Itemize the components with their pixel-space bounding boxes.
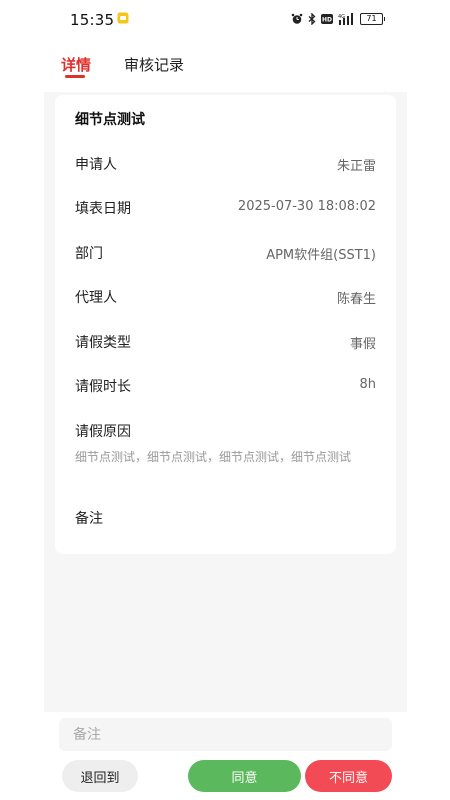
leave-reason-text: 细节点测试，细节点测试，细节点测试，细节点测试 <box>75 450 352 464</box>
row-label: 请假原因 <box>75 424 131 440</box>
status-bar: 15:35 HD 4G 71 <box>44 0 407 40</box>
row-value: 陈春生 <box>336 292 376 307</box>
row-value: 8h <box>359 377 376 392</box>
status-time: 15:35 <box>70 11 115 29</box>
row-label: 备注 <box>75 511 103 527</box>
row-value: 朱正雷 <box>336 159 376 174</box>
tab-review-records[interactable]: 审核记录 <box>124 54 184 75</box>
row-label: 部门 <box>75 246 103 262</box>
row-value: 2025-07-30 18:08:02 <box>237 199 376 214</box>
return-to-button[interactable]: 退回到 <box>62 760 138 792</box>
card-title: 细节点测试 <box>75 112 145 128</box>
action-bar: 退回到 同意 不同意 <box>44 712 407 800</box>
notification-app-icon <box>117 12 129 24</box>
reject-button[interactable]: 不同意 <box>305 760 392 792</box>
signal-icon: 4G <box>338 13 353 25</box>
row-department: 部门 APM软件组(SST1) <box>75 243 376 263</box>
hd-icon: HD <box>321 14 333 24</box>
tab-bar: 详情 审核记录 <box>44 40 407 92</box>
row-label: 请假时长 <box>75 379 131 395</box>
row-fill-date: 填表日期 2025-07-30 18:08:02 <box>75 198 376 218</box>
row-label: 填表日期 <box>75 201 131 217</box>
row-applicant: 申请人 朱正雷 <box>75 154 376 174</box>
row-label: 请假类型 <box>75 335 131 351</box>
status-icons: HD 4G 71 <box>291 12 385 26</box>
row-label: 代理人 <box>75 290 117 306</box>
app-screen: 15:35 HD 4G 71 详情 审核记录 细节点测试 申请人 朱正雷 填表日… <box>44 0 407 800</box>
alarm-icon <box>291 13 303 24</box>
row-label: 申请人 <box>75 157 117 173</box>
row-leave-duration: 请假时长 8h <box>75 376 376 396</box>
active-tab-indicator <box>65 75 85 78</box>
row-leave-type: 请假类型 事假 <box>75 332 376 352</box>
row-remark: 备注 <box>75 508 376 528</box>
row-value: 事假 <box>349 337 376 352</box>
svg-text:HD: HD <box>322 17 332 24</box>
agree-button[interactable]: 同意 <box>188 760 301 792</box>
detail-card: 细节点测试 申请人 朱正雷 填表日期 2025-07-30 18:08:02 部… <box>55 95 396 554</box>
row-value: APM软件组(SST1) <box>266 248 376 263</box>
row-agent: 代理人 陈春生 <box>75 287 376 307</box>
battery-icon: 71 <box>360 13 385 25</box>
row-leave-reason: 请假原因 <box>75 421 376 441</box>
remark-input[interactable] <box>59 718 392 751</box>
bluetooth-icon <box>308 13 316 25</box>
tab-detail[interactable]: 详情 <box>61 54 91 75</box>
